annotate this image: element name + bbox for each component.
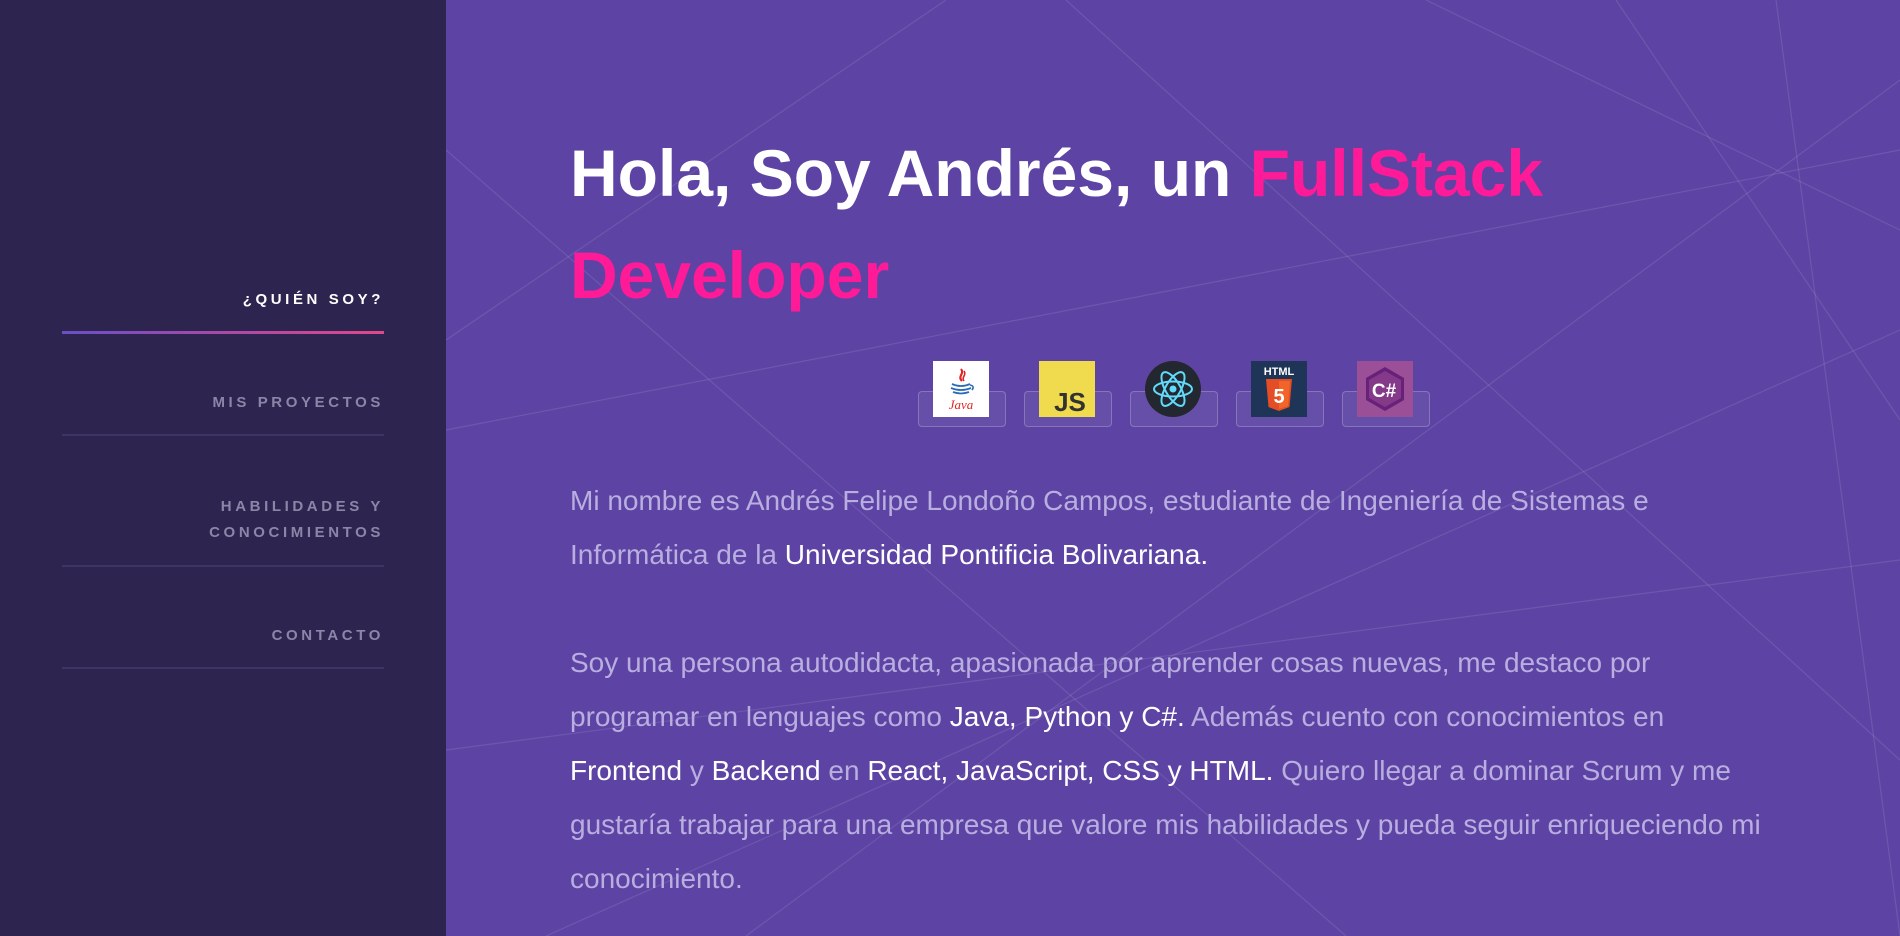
hero-title-accent-2: Developer	[570, 238, 890, 312]
html5-icon: HTML 5	[1251, 361, 1307, 417]
about-p2-text: Además cuento con conocimientos en	[1184, 701, 1665, 732]
hero-title-prefix: Hola, Soy Andrés, un	[570, 136, 1232, 210]
hero-title: Hola, Soy Andrés, un FullStack Developer	[570, 122, 1670, 326]
tech-item-csharp: C#	[1342, 357, 1430, 429]
about-p2-technologies: React, JavaScript, CSS y HTML.	[867, 755, 1274, 786]
nav-item-mis-proyectos[interactable]: MIS PROYECTOS	[62, 390, 384, 416]
tech-item-react	[1130, 357, 1218, 429]
svg-text:HTML: HTML	[1264, 366, 1295, 378]
nav-item-habilidades-line2: CONOCIMIENTOS	[209, 524, 384, 541]
react-icon	[1145, 361, 1201, 417]
nav-item-contacto[interactable]: CONTACTO	[62, 623, 384, 649]
svg-text:Java: Java	[949, 397, 974, 412]
nav-divider	[62, 434, 384, 436]
about-p2-text: y	[682, 755, 712, 786]
csharp-icon: C#	[1357, 361, 1413, 417]
javascript-icon: JS	[1039, 361, 1095, 417]
about-p1-university: Universidad Pontificia Bolivariana.	[784, 539, 1209, 570]
svg-text:C#: C#	[1372, 381, 1397, 402]
tech-item-javascript: JS	[1024, 357, 1112, 429]
about-paragraph-1: Mi nombre es Andrés Felipe Londoño Campo…	[570, 474, 1770, 582]
tech-item-java: Java	[918, 357, 1006, 429]
nav-divider	[62, 667, 384, 669]
tech-item-html5: HTML 5	[1236, 357, 1324, 429]
svg-text:JS: JS	[1054, 387, 1086, 417]
about-paragraph-2: Soy una persona autodidacta, apasionada …	[570, 636, 1770, 906]
svg-text:5: 5	[1273, 386, 1284, 408]
nav-active-underline	[62, 331, 384, 334]
about-p2-frontend: Frontend	[570, 755, 683, 786]
about-p2-backend: Backend	[711, 755, 821, 786]
java-icon: Java	[933, 361, 989, 417]
nav-item-habilidades[interactable]: HABILIDADES Y CONOCIMIENTOS	[62, 494, 384, 546]
nav-item-habilidades-line1: HABILIDADES Y	[220, 498, 384, 515]
main-content: Hola, Soy Andrés, un FullStack Developer…	[446, 0, 1900, 936]
about-p2-text: en	[820, 755, 868, 786]
sidebar-nav: ¿QUIÉN SOY? MIS PROYECTOS HABILIDADES Y …	[0, 0, 446, 936]
hero-title-accent: FullStack	[1249, 136, 1544, 210]
page: ¿QUIÉN SOY? MIS PROYECTOS HABILIDADES Y …	[0, 0, 1900, 936]
tech-icons-row: Java JS HTML 5 C#	[918, 357, 1438, 433]
about-p2-languages: Java, Python y C#.	[949, 701, 1185, 732]
nav-divider	[62, 565, 384, 567]
nav-item-quien-soy[interactable]: ¿QUIÉN SOY?	[62, 287, 384, 313]
